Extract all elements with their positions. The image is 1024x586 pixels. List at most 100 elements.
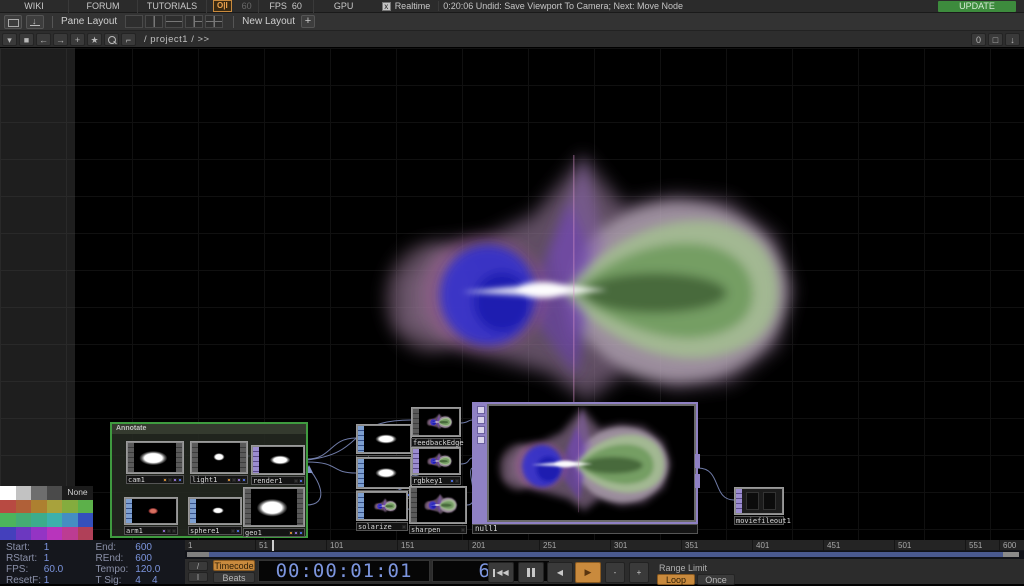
timeline-param-value[interactable]: 1 (44, 575, 94, 586)
timecode-mode-button[interactable]: Timecode (213, 560, 255, 571)
node-sharpen[interactable]: sharpen (409, 486, 467, 534)
node-nameplate[interactable]: sphere1 (188, 526, 242, 535)
zoom-level-button[interactable]: 0 (971, 33, 986, 46)
pane-layout-preset-quad[interactable] (205, 15, 223, 28)
node-nameplate[interactable]: solarize (356, 522, 408, 531)
pane-layout-preset-single[interactable] (125, 15, 143, 28)
pause-button[interactable] (518, 562, 544, 583)
palette-none-button[interactable]: None (62, 486, 93, 500)
bypass-flag-icon[interactable] (477, 416, 485, 424)
timeline-param-value[interactable]: 1 (44, 553, 94, 564)
menu-tutorials[interactable]: TUTORIALS (138, 1, 206, 11)
frame-increment-button[interactable]: + (629, 562, 649, 583)
forward-icon[interactable]: → (53, 33, 68, 46)
back-icon[interactable]: ← (36, 33, 51, 46)
palette-swatch[interactable] (78, 527, 94, 541)
window-icon[interactable]: □ (988, 33, 1003, 46)
node-solarize[interactable]: solarize (356, 491, 408, 531)
once-button[interactable]: Once (697, 574, 735, 585)
timeline-param-value[interactable]: 120.0 (135, 564, 185, 575)
range-handle-left[interactable] (187, 552, 209, 557)
timeline-param-value[interactable]: 600 (135, 553, 185, 564)
palette-swatch[interactable] (0, 527, 16, 541)
palette-swatch[interactable] (31, 500, 47, 514)
node-flag-dots[interactable] (450, 479, 459, 483)
node-connector-column[interactable] (297, 489, 303, 525)
null1-flag-strip[interactable] (474, 404, 487, 522)
node-feedbackEdge[interactable]: feedbackEdge (411, 407, 461, 447)
breadcrumb[interactable]: / project1 / >> (144, 34, 210, 45)
display-flag-icon[interactable] (477, 436, 485, 444)
oi-toggle[interactable]: O|I (213, 0, 232, 12)
node-nameplate[interactable]: sharpen (409, 525, 467, 534)
node-nameplate[interactable]: arm1 (124, 526, 178, 535)
dock-icon[interactable] (26, 15, 44, 29)
timeline-parameters[interactable]: Start:1End:600RStart:1REnd:600FPS:60.0Te… (0, 540, 185, 584)
palette-swatch[interactable] (62, 527, 78, 541)
null1-output-connector[interactable] (695, 454, 700, 468)
null1-output-connector[interactable] (695, 474, 700, 488)
image-icon[interactable] (4, 15, 22, 29)
range-handle-right[interactable] (1003, 552, 1019, 557)
node-flag-dots[interactable] (461, 528, 465, 532)
palette-swatch[interactable] (16, 513, 32, 527)
stop-icon[interactable]: ■ (19, 33, 34, 46)
palette-swatch[interactable] (0, 500, 16, 514)
pane-layout-preset-hsplit[interactable] (165, 15, 183, 28)
palette-swatch[interactable] (31, 513, 47, 527)
palette-swatch[interactable] (78, 513, 94, 527)
node-flag-dots[interactable] (227, 478, 246, 482)
node-nameplate[interactable]: light1 (190, 475, 248, 484)
node-geo1[interactable]: geo1 (243, 487, 305, 537)
collapse-down-icon[interactable]: ↓ (1005, 33, 1020, 46)
palette-swatch[interactable] (47, 500, 63, 514)
timeline-param-value[interactable]: 1 (44, 542, 94, 553)
pane-layout-preset-mixed[interactable] (185, 15, 203, 28)
loop-button[interactable]: Loop (657, 574, 695, 585)
node-sphere1[interactable]: sphere1 (188, 497, 242, 535)
node-nameplate[interactable]: feedbackEdge (411, 438, 461, 447)
node-flag-dots[interactable] (231, 529, 240, 533)
node-cam1[interactable]: cam1 (126, 441, 184, 484)
timeline-param-value[interactable]: 4 4 (135, 575, 185, 586)
star-icon[interactable]: ★ (87, 33, 102, 46)
palette-swatch[interactable] (47, 486, 63, 500)
lock-flag-icon[interactable] (477, 426, 485, 434)
palette-swatch[interactable] (47, 527, 63, 541)
play-button[interactable]: ▶ (575, 562, 601, 583)
add-icon[interactable]: + (70, 33, 85, 46)
palette-swatch[interactable] (31, 527, 47, 541)
jump-up-icon[interactable]: ⌐ (121, 33, 136, 46)
palette-swatch[interactable] (78, 500, 94, 514)
pane-layout-preset-vsplit[interactable] (145, 15, 163, 28)
playhead[interactable] (272, 540, 274, 551)
palette-swatch[interactable] (16, 500, 32, 514)
realtime-checkbox[interactable]: x (382, 2, 391, 11)
palette-swatch[interactable] (62, 513, 78, 527)
palette-swatch[interactable] (62, 500, 78, 514)
timeline-param-value[interactable]: 60.0 (44, 564, 94, 575)
node-connector-column[interactable] (240, 443, 246, 472)
node-nameplate[interactable]: geo1 (243, 528, 305, 537)
range-fill[interactable] (209, 552, 1003, 557)
frame-decrement-button[interactable]: - (605, 562, 625, 583)
node-flag-dots[interactable] (163, 478, 182, 482)
play-reverse-button[interactable]: ◀ (547, 562, 573, 583)
node-flag-dots[interactable] (162, 529, 176, 533)
update-button[interactable]: UPDATE (938, 1, 1016, 12)
keys-slash-button[interactable]: / (188, 561, 208, 571)
palette-swatch[interactable] (16, 527, 32, 541)
node-flag-dots[interactable] (294, 479, 303, 483)
menu-forum[interactable]: FORUM (69, 1, 137, 11)
node-render1[interactable]: render1 (251, 445, 305, 485)
palette-swatch[interactable] (47, 513, 63, 527)
node-moviefileout1[interactable]: moviefileout1 (734, 487, 784, 525)
search-icon[interactable] (104, 33, 119, 46)
node-nameplate[interactable]: render1 (251, 476, 305, 485)
add-layout-button[interactable]: + (301, 15, 315, 28)
color-palette[interactable]: None (0, 486, 94, 540)
beats-mode-button[interactable]: Beats (213, 572, 255, 583)
node-light1[interactable]: light1 (190, 441, 248, 484)
rewind-to-start-button[interactable]: ◀◀ (488, 562, 514, 583)
menu-wiki[interactable]: WIKI (0, 1, 68, 11)
